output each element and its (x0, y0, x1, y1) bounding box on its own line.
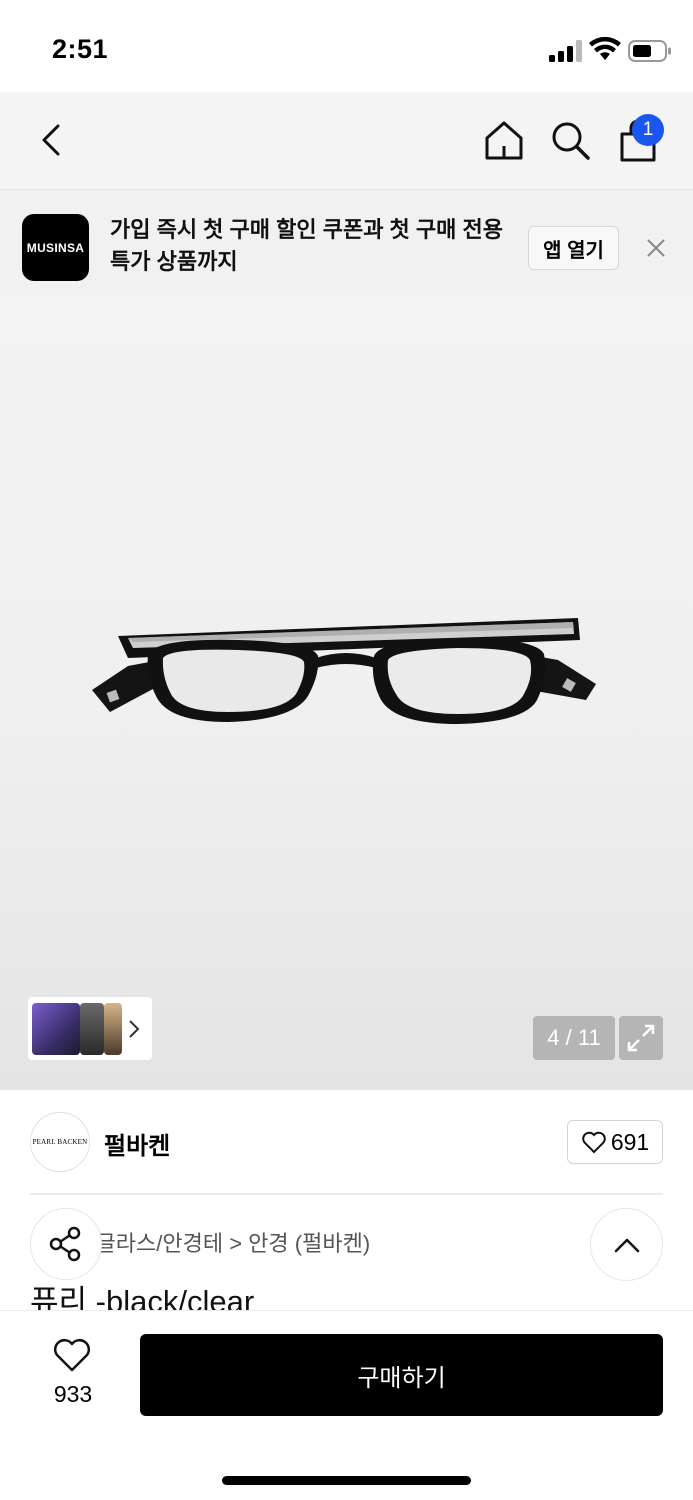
musinsa-logo: MUSINSA (22, 214, 89, 281)
open-app-button[interactable]: 앱 열기 (528, 226, 619, 270)
close-banner-icon[interactable] (644, 236, 668, 260)
wifi-icon (589, 36, 621, 60)
share-button[interactable] (30, 1208, 102, 1280)
brand-like-button[interactable]: 691 (567, 1120, 663, 1164)
brand-row: PEARL BACKEN 펄바켄 691 (0, 1090, 693, 1196)
thumbnail-photo (80, 1003, 104, 1055)
image-pager: 4 / 11 (533, 1016, 615, 1060)
brand-name[interactable]: 펄바켄 (104, 1126, 170, 1161)
top-nav-bar (0, 92, 693, 190)
home-indicator (222, 1476, 471, 1485)
thumbnail-photo (104, 1003, 122, 1055)
heart-icon (582, 1131, 606, 1154)
cellular-signal-icon (549, 40, 582, 62)
wishlist-count: 933 (53, 1381, 93, 1407)
product-photo-glasses (92, 618, 596, 724)
battery-icon (628, 40, 671, 62)
brand-like-count: 691 (610, 1128, 650, 1155)
expand-image-button[interactable] (619, 1016, 663, 1060)
related-photos-strip[interactable] (28, 997, 152, 1060)
cart-count-badge: 1 (632, 114, 664, 146)
chevron-up-icon (614, 1238, 639, 1252)
status-bar: 2:51 (0, 0, 693, 92)
buy-button[interactable]: 구매하기 (140, 1334, 663, 1416)
product-image-gallery[interactable]: 4 / 11 (0, 296, 693, 1090)
back-arrow-icon[interactable] (34, 120, 72, 160)
divider (30, 1193, 663, 1195)
search-icon[interactable] (548, 118, 592, 162)
status-time: 2:51 (52, 34, 109, 64)
bottom-purchase-bar: 933 구매하기 (0, 1310, 693, 1500)
share-icon (49, 1226, 81, 1262)
scroll-to-top-button[interactable] (590, 1208, 663, 1281)
thumbnail-photo (32, 1003, 80, 1055)
app-install-banner: MUSINSA 가입 즉시 첫 구매 할인 쿠폰과 첫 구매 전용 특가 상품까… (0, 190, 693, 296)
chevron-right-icon (129, 1020, 140, 1038)
home-icon[interactable] (482, 118, 526, 162)
banner-message: 가입 즉시 첫 구매 할인 쿠폰과 첫 구매 전용 특가 상품까지 (110, 217, 503, 274)
brand-logo[interactable]: PEARL BACKEN (30, 1112, 90, 1172)
expand-icon (627, 1024, 655, 1052)
wishlist-heart-icon[interactable] (52, 1337, 92, 1373)
